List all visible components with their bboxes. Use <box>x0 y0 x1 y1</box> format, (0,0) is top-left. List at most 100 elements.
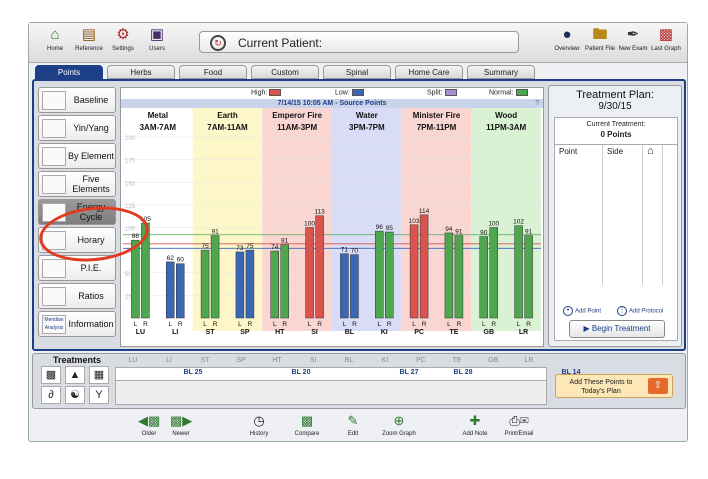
side-label: R <box>457 321 462 328</box>
treatment-icons: ▩ ▲ ▦ ∂ ☯ Y <box>41 366 113 406</box>
side-label: L <box>482 321 486 328</box>
treatment-meridian-header: KI <box>381 357 389 364</box>
side-label: L <box>168 321 172 328</box>
sidebar-item-five-elements[interactable]: Five Elements <box>38 171 116 197</box>
current-treatment-box: Current Treatment: 0 Points Point Side ⌂… <box>554 117 678 341</box>
meridian-label: BL <box>345 329 355 336</box>
bar-ki-r <box>385 231 394 319</box>
pen-icon: ✒ <box>626 26 640 43</box>
bar-si-l <box>305 227 314 319</box>
meridian-label: KI <box>381 329 388 336</box>
add-protocol-icon: ⋮ <box>617 306 627 316</box>
users-button[interactable]: ▣ Users <box>137 26 177 52</box>
tab-summary[interactable]: Summary <box>467 65 535 79</box>
treatment-empty-row[interactable] <box>115 381 547 405</box>
bottom-toolbar: ◀▩ Older ▩▶ Newer ◷ History ▩ Compare ✎ Edit … <box>29 411 687 443</box>
bar-te-l <box>444 232 454 319</box>
five-elements-icon <box>42 175 66 194</box>
side-label: R <box>178 321 183 328</box>
legend-split: Split: <box>427 89 457 96</box>
bar-pc-l <box>409 224 419 319</box>
data-label: 96 <box>376 224 384 231</box>
treatment-point[interactable]: BL 25 <box>173 369 213 376</box>
side-label: R <box>213 321 218 328</box>
compare-icon: ▩ <box>300 413 314 428</box>
side-label: R <box>491 321 496 328</box>
meridian-label: ST <box>206 329 216 336</box>
current-patient-field[interactable]: ↻ Current Patient: <box>199 31 519 53</box>
sidebar-item-baseline[interactable]: Baseline <box>38 87 116 113</box>
print-email-button[interactable]: ⎙✉ Print/Email <box>497 413 541 437</box>
treatment-chart-icon[interactable]: ▩ <box>41 366 61 384</box>
add-note-button[interactable]: ✚ Add Note <box>453 413 497 437</box>
treatment-body-icon[interactable]: ▲ <box>65 366 85 384</box>
legend-high: High: <box>251 89 282 96</box>
treatment-meridian-header: LR <box>524 357 534 364</box>
element-name: Water <box>356 111 378 120</box>
baseline-chart-icon <box>42 91 66 110</box>
side-label: L <box>203 321 207 328</box>
side-label: R <box>317 321 322 328</box>
current-treatment-count: 0 Points <box>600 130 632 139</box>
data-label: 60 <box>177 257 185 264</box>
zoom-icon: ⊕ <box>393 413 405 428</box>
side-label: L <box>447 321 451 328</box>
data-label: 73 <box>236 245 244 252</box>
last-graph-button[interactable]: ▩ Last Graph <box>646 26 686 52</box>
legend-normal: Normal: <box>489 89 528 96</box>
treatment-color-icon[interactable]: ▦ <box>89 366 109 384</box>
element-time: 3PM-7PM <box>349 123 385 132</box>
side-label: L <box>273 321 277 328</box>
sidebar-item-by-element[interactable]: By Element <box>38 143 116 169</box>
app-window: ⌂ Home ▤ Reference ⚙ Settings ▣ Users ↻ … <box>28 22 688 442</box>
data-label: 71 <box>341 247 349 254</box>
tab-custom[interactable]: Custom <box>251 65 319 79</box>
patient-history-icon: ↻ <box>210 35 226 51</box>
add-point-button[interactable]: • Add Point <box>563 306 601 316</box>
tab-spinal[interactable]: Spinal <box>323 65 391 79</box>
side-label: L <box>308 321 312 328</box>
begin-treatment-button[interactable]: ▶ Begin Treatment <box>569 320 665 338</box>
play-icon: ▶ <box>583 324 592 333</box>
treatment-meridian-header: ST <box>200 357 210 364</box>
home-icon: ⌂ <box>50 26 60 43</box>
newer-button[interactable]: ▩▶ Newer <box>159 413 203 437</box>
treatment-point[interactable]: BL 27 <box>389 369 429 376</box>
edit-button[interactable]: ✎ Edit <box>331 413 375 437</box>
treatment-point[interactable]: BL 28 <box>443 369 483 376</box>
current-treatment-label: Current Treatment: <box>586 121 646 128</box>
tab-herbs[interactable]: Herbs <box>107 65 175 79</box>
meridian-label: HT <box>275 329 285 336</box>
data-label: 100 <box>488 221 499 228</box>
bar-ht-r <box>280 244 289 319</box>
data-label: 91 <box>455 229 463 236</box>
source-points-chart: High: Low: Split: Normal: 7/14/15 10:05 … <box>120 87 544 347</box>
side-label: L <box>343 321 347 328</box>
sidebar-item-yin-yang[interactable]: Yin/Yang <box>38 115 116 141</box>
history-button[interactable]: ◷ History <box>237 413 281 437</box>
treatment-point[interactable]: BL 20 <box>281 369 321 376</box>
add-protocol-button[interactable]: ⋮ Add Protocol <box>617 306 663 316</box>
zoom-graph-button[interactable]: ⊕ Zoom Graph <box>377 413 421 437</box>
tab-home-care[interactable]: Home Care <box>395 65 463 79</box>
legend-low: Low: <box>335 89 364 96</box>
bar-lr-l <box>514 225 523 319</box>
add-note-icon: ✚ <box>469 413 481 428</box>
tab-points[interactable]: Points <box>35 65 103 79</box>
side-label: L <box>377 321 381 328</box>
ear-icon[interactable]: ∂ <box>41 386 61 404</box>
meridian-label: TE <box>449 329 458 336</box>
bar-gb-l <box>479 236 488 319</box>
body-figure-icon[interactable]: ☯ <box>65 386 85 404</box>
sidebar-item-ratios[interactable]: Ratios <box>38 283 116 309</box>
add-to-today-button[interactable]: Add These Points to Today's Plan ⇧ <box>555 374 673 398</box>
compare-button[interactable]: ▩ Compare <box>285 413 329 437</box>
meridian-label: SP <box>240 329 250 336</box>
sidebar-item-information[interactable]: Meridian Analysis Information <box>38 311 116 337</box>
tab-food[interactable]: Food <box>179 65 247 79</box>
fork-icon[interactable]: Y <box>89 386 109 404</box>
meridian-label: LU <box>136 329 145 336</box>
edit-icon: ✎ <box>347 413 359 428</box>
help-button[interactable]: ? <box>535 99 539 108</box>
older-icon: ◀▩ <box>138 413 161 428</box>
